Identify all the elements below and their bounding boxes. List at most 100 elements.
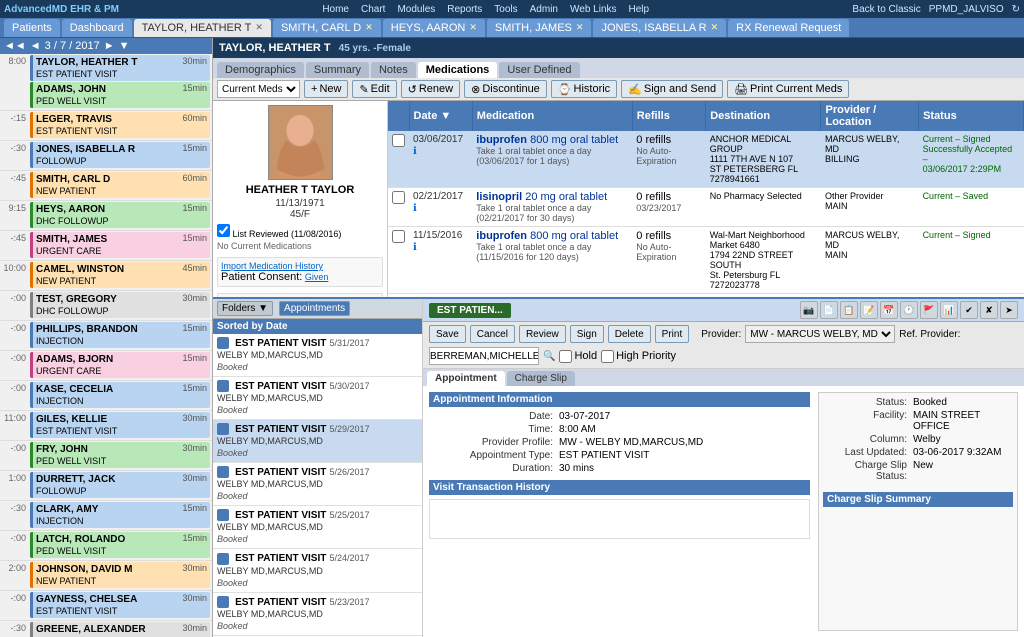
tab-taylor-close[interactable]: ✕ — [255, 22, 263, 33]
icon-chart[interactable]: 📊 — [940, 301, 958, 319]
icon-x[interactable]: ✘ — [980, 301, 998, 319]
appt-test[interactable]: TEST, GREGORY 30min DHC FOLLOWUP — [30, 292, 210, 318]
appt-clark[interactable]: CLARK, AMY 15min INJECTION — [30, 502, 210, 528]
list-item[interactable]: EST PATIENT VISIT 5/29/2017 WELBY MD,MAR… — [213, 420, 422, 463]
tab-taylor[interactable]: TAYLOR, HEATHER T ✕ — [134, 19, 271, 37]
nav-prev-day-icon[interactable]: ◄ — [30, 40, 41, 52]
back-to-classic-link[interactable]: Back to Classic — [852, 4, 920, 15]
list-item[interactable]: EST PATIENT VISIT 5/26/2017 WELBY MD,MAR… — [213, 463, 422, 506]
est-patient-button[interactable]: EST PATIEN... — [429, 303, 511, 318]
med-row-checkbox-3[interactable] — [392, 230, 405, 243]
col-destination[interactable]: Destination — [706, 101, 821, 131]
nav-chart[interactable]: Chart — [361, 4, 385, 15]
tab-jones[interactable]: JONES, ISABELLA R ✕ — [593, 19, 726, 37]
import-med-history-link[interactable]: Import Medication History — [221, 261, 379, 271]
tab-medications[interactable]: Medications — [418, 62, 498, 78]
appt-fry[interactable]: FRY, JOHN 30min PED WELL VISIT — [30, 442, 210, 468]
patient-consent-link[interactable]: Given — [305, 272, 329, 282]
appt-adams-john[interactable]: ADAMS, JOHN 15min PED WELL VISIT — [30, 82, 210, 108]
appt-johnson[interactable]: JOHNSON, DAVID M 30min NEW PATIENT — [30, 562, 210, 588]
nav-next-day-icon[interactable]: ► — [104, 40, 115, 52]
ref-provider-input[interactable] — [429, 347, 539, 365]
list-reviewed-checkbox[interactable] — [217, 224, 230, 237]
review-button[interactable]: Review — [519, 325, 566, 343]
appt-heys[interactable]: HEYS, AARON 15min DHC FOLLOWUP — [30, 202, 210, 228]
appt-smith-carl[interactable]: SMITH, CARL D 60min NEW PATIENT — [30, 172, 210, 198]
delete-button[interactable]: Delete — [608, 325, 651, 343]
sign-and-send-button[interactable]: ✍ Sign and Send — [621, 80, 723, 98]
sign-button[interactable]: Sign — [570, 325, 604, 343]
med-info-icon-2[interactable]: ℹ — [413, 203, 417, 214]
table-row[interactable]: 11/15/2016 ℹ ibuprofen 800 mg oral table… — [388, 227, 1024, 294]
icon-arrow[interactable]: ➤ — [1000, 301, 1018, 319]
tab-smith-carl-close[interactable]: ✕ — [365, 22, 373, 33]
tab-smith-carl[interactable]: SMITH, CARL D ✕ — [273, 19, 381, 37]
icon-doc1[interactable]: 📄 — [820, 301, 838, 319]
folders-dropdown-button[interactable]: Folders ▼ — [217, 301, 273, 316]
appt-camel[interactable]: CAMEL, WINSTON 45min NEW PATIENT — [30, 262, 210, 288]
icon-clock[interactable]: 🕐 — [900, 301, 918, 319]
print-current-meds-button[interactable]: 🖨 Print Current Meds — [727, 80, 849, 98]
tab-summary[interactable]: Summary — [306, 62, 369, 78]
historic-med-button[interactable]: ⌚ Historic — [551, 80, 617, 98]
print-button[interactable]: Print — [655, 325, 690, 343]
icon-doc3[interactable]: 📝 — [860, 301, 878, 319]
tab-smith-james-close[interactable]: ✕ — [576, 22, 584, 33]
edit-med-button[interactable]: ✎ Edit — [352, 80, 396, 98]
med-info-icon-1[interactable]: ℹ — [413, 146, 417, 157]
tab-heys-close[interactable]: ✕ — [469, 22, 477, 33]
col-refills[interactable]: Refills — [632, 101, 705, 131]
appt-kase[interactable]: KASE, CECELIA 15min INJECTION — [30, 382, 210, 408]
list-item[interactable]: EST PATIENT VISIT 5/30/2017 WELBY MD,MAR… — [213, 377, 422, 420]
tab-patients[interactable]: Patients — [4, 19, 60, 37]
appt-gayness[interactable]: GAYNESS, CHELSEA 30min EST PATIENT VISIT — [30, 592, 210, 618]
appt-phillips[interactable]: PHILLIPS, BRANDON 15min INJECTION — [30, 322, 210, 348]
filter-icon[interactable]: ▼ — [119, 40, 130, 52]
appt-jones[interactable]: JONES, ISABELLA R 15min FOLLOWUP — [30, 142, 210, 168]
nav-modules[interactable]: Modules — [397, 4, 435, 15]
nav-weblinks[interactable]: Web Links — [570, 4, 617, 15]
med-row-checkbox-2[interactable] — [392, 191, 405, 204]
tab-rx-renewal[interactable]: RX Renewal Request — [728, 19, 849, 37]
nav-admin[interactable]: Admin — [530, 4, 558, 15]
nav-tools[interactable]: Tools — [494, 4, 517, 15]
list-item[interactable]: EST PATIENT VISIT 5/25/2017 WELBY MD,MAR… — [213, 506, 422, 549]
table-row[interactable]: 02/21/2017 ℹ lisinopril 20 mg oral table… — [388, 188, 1024, 227]
tab-charge-slip[interactable]: Charge Slip — [507, 371, 575, 386]
appt-giles[interactable]: GILES, KELLIE 30min EST PATIENT VISIT — [30, 412, 210, 438]
col-date[interactable]: Date ▼ — [409, 101, 472, 131]
search-ref-icon[interactable]: 🔍 — [543, 351, 555, 362]
appt-taylor[interactable]: TAYLOR, HEATHER T 30min EST PATIENT VISI… — [30, 55, 210, 81]
renew-med-button[interactable]: ↺ Renew — [401, 80, 460, 98]
discontinue-med-button[interactable]: ⊗ Discontinue — [464, 80, 547, 98]
list-item[interactable]: EST PATIENT VISIT 5/23/2017 WELBY MD,MAR… — [213, 593, 422, 636]
tab-demographics[interactable]: Demographics — [217, 62, 304, 78]
tab-user-defined[interactable]: User Defined — [499, 62, 579, 78]
icon-check[interactable]: ✔ — [960, 301, 978, 319]
nav-help[interactable]: Help — [629, 4, 650, 15]
appt-adams-bjorn[interactable]: ADAMS, BJORN 15min URGENT CARE — [30, 352, 210, 378]
col-medication[interactable]: Medication — [472, 101, 632, 131]
nav-prev-icon[interactable]: ◄◄ — [4, 40, 26, 52]
icon-flag[interactable]: 🚩 — [920, 301, 938, 319]
tab-notes[interactable]: Notes — [371, 62, 416, 78]
appt-durrett[interactable]: DURRETT, JACK 30min FOLLOWUP — [30, 472, 210, 498]
col-status[interactable]: Status — [919, 101, 1024, 131]
list-item[interactable]: EST PATIENT VISIT 5/24/2017 WELBY MD,MAR… — [213, 549, 422, 592]
nav-reports[interactable]: Reports — [447, 4, 482, 15]
appt-smith-james[interactable]: SMITH, JAMES 15min URGENT CARE — [30, 232, 210, 258]
icon-doc2[interactable]: 📋 — [840, 301, 858, 319]
tab-smith-james[interactable]: SMITH, JAMES ✕ — [487, 19, 592, 37]
meds-filter-select[interactable]: Current Meds — [217, 80, 300, 98]
provider-select[interactable]: MW - MARCUS WELBY, MD — [745, 325, 895, 343]
col-provider[interactable]: Provider / Location — [821, 101, 919, 131]
appt-leger[interactable]: LEGER, TRAVIS 60min EST PATIENT VISIT — [30, 112, 210, 138]
tab-heys[interactable]: HEYS, AARON ✕ — [383, 19, 485, 37]
refresh-icon[interactable]: ↻ — [1012, 4, 1020, 15]
med-row-checkbox-1[interactable] — [392, 134, 405, 147]
list-item[interactable]: EST PATIENT VISIT 5/31/2017 WELBY MD,MAR… — [213, 334, 422, 377]
appointments-button[interactable]: Appointments — [279, 301, 350, 316]
hold-checkbox[interactable] — [559, 350, 572, 363]
table-row[interactable]: 03/06/2017 ℹ ibuprofen 800 mg oral table… — [388, 131, 1024, 188]
med-info-icon-3[interactable]: ℹ — [413, 242, 417, 253]
